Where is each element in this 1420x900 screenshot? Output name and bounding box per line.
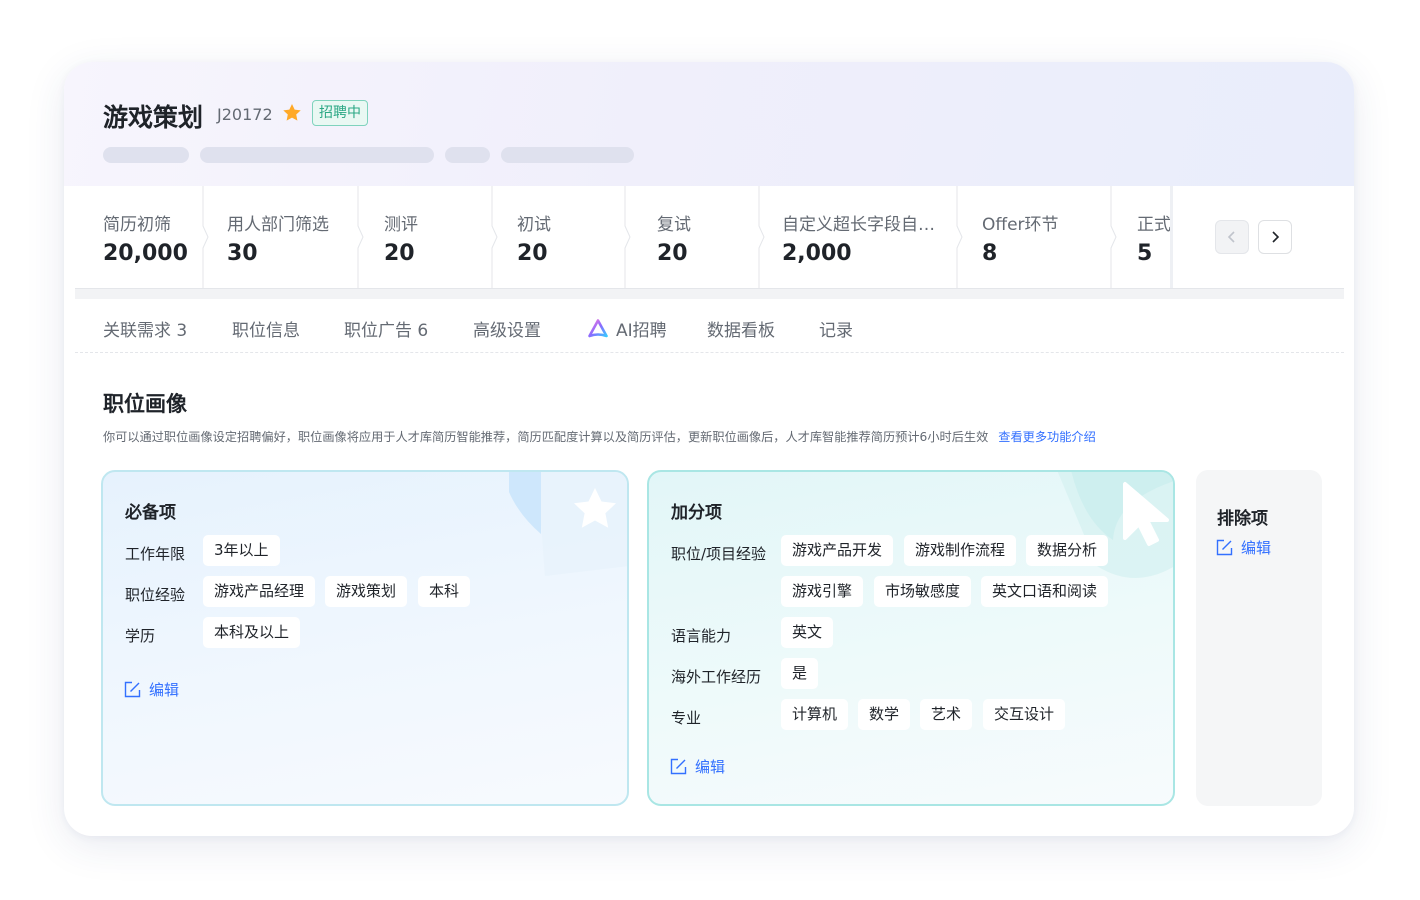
job-title: 游戏策划 <box>103 103 204 132</box>
chevron-divider-icon <box>357 186 364 288</box>
stat-value: 20 <box>384 241 415 266</box>
row-label: 学历 <box>125 627 156 645</box>
tag: 3年以上 <box>203 535 280 566</box>
tab-related-requests[interactable]: 关联需求 3 <box>103 316 187 341</box>
skeleton-placeholder <box>445 147 490 163</box>
edit-icon <box>670 758 687 775</box>
scroll-prev-button[interactable] <box>1215 220 1249 254</box>
edit-required-button[interactable]: 编辑 <box>124 679 179 700</box>
stat-value: 20 <box>657 241 688 266</box>
edit-label: 编辑 <box>695 758 726 776</box>
edit-exclude-button[interactable]: 编辑 <box>1216 537 1271 558</box>
required-panel: 必备项 工作年限 3年以上 职位经验 游戏产品经理 游戏策划 本科 学历 本科及… <box>101 470 629 806</box>
tag: 本科 <box>418 576 471 607</box>
row-label: 工作年限 <box>125 545 186 563</box>
tab-advanced-settings[interactable]: 高级设置 <box>473 316 541 341</box>
stat-label: 简历初筛 <box>103 215 171 235</box>
chevron-left-icon <box>1227 231 1235 243</box>
stat-label: 初试 <box>517 215 551 235</box>
tab-label: AI招聘 <box>616 321 667 341</box>
stat-value: 5 <box>1137 241 1153 266</box>
tag: 交互设计 <box>983 699 1066 730</box>
star-decoration-icon <box>509 472 627 576</box>
tag: 是 <box>781 658 819 689</box>
tag: 计算机 <box>781 699 849 730</box>
tag: 艺术 <box>920 699 973 730</box>
tabs-divider <box>75 352 1344 353</box>
tab-bar: 关联需求 3 职位信息 职位广告 6 高级设置 AI招聘 数据看板 记录 <box>64 298 1354 354</box>
stat-label: 自定义超长字段自… <box>782 215 935 235</box>
chevron-right-icon <box>1272 231 1280 243</box>
tab-job-info[interactable]: 职位信息 <box>232 316 300 341</box>
stat-label: 复试 <box>657 215 691 235</box>
status-badge: 招聘中 <box>312 100 368 126</box>
tag: 市场敏感度 <box>874 576 972 607</box>
tab-job-ads[interactable]: 职位广告 6 <box>344 316 428 341</box>
tag: 英文口语和阅读 <box>981 576 1109 607</box>
edit-icon <box>124 681 141 698</box>
exclude-panel: 排除项 编辑 <box>1196 470 1322 806</box>
description-text: 你可以通过职位画像设定招聘偏好，职位画像将应用于人才库简历智能推荐，简历匹配度计… <box>103 430 989 444</box>
tab-data-dashboard[interactable]: 数据看板 <box>707 316 775 341</box>
scroll-next-button[interactable] <box>1258 220 1292 254</box>
tag: 数据分析 <box>1026 535 1109 566</box>
edit-label: 编辑 <box>149 681 180 699</box>
section-title: 职位画像 <box>103 392 187 416</box>
tab-ai-recruiting[interactable]: AI招聘 <box>587 316 667 341</box>
chevron-divider-icon <box>491 186 498 288</box>
row-label: 专业 <box>671 709 702 727</box>
chevron-divider-icon <box>1110 186 1117 288</box>
job-header: 游戏策划 J20172 招聘中 <box>64 62 1354 186</box>
chevron-divider-icon <box>758 186 765 288</box>
star-icon[interactable] <box>281 102 303 124</box>
job-detail-card: 游戏策划 J20172 招聘中 简历初筛 20,000 用人部门筛选 30 测评… <box>64 62 1354 836</box>
skeleton-placeholder <box>501 147 634 163</box>
tag: 英文 <box>781 617 834 648</box>
panel-title: 加分项 <box>671 503 722 523</box>
stat-label: 正式 <box>1137 215 1170 235</box>
pipeline-stats: 简历初筛 20,000 用人部门筛选 30 测评 20 初试 20 复试 20 … <box>64 186 1354 290</box>
stat-value: 8 <box>982 241 998 266</box>
panel-title: 排除项 <box>1217 509 1268 529</box>
stat-formal[interactable]: 正式 5 <box>1137 186 1170 288</box>
stat-value: 20,000 <box>103 241 188 266</box>
tag: 游戏引擎 <box>781 576 864 607</box>
row-label: 职位/项目经验 <box>671 545 767 563</box>
stat-label: Offer环节 <box>982 215 1059 235</box>
skeleton-placeholder <box>200 147 434 163</box>
tag: 游戏产品开发 <box>781 535 894 566</box>
stat-value: 2,000 <box>782 241 852 266</box>
edit-icon <box>1216 539 1233 556</box>
cursor-decoration-icon <box>1057 472 1173 578</box>
ai-logo-icon <box>588 318 608 337</box>
row-label: 海外工作经历 <box>671 668 762 686</box>
chevron-divider-icon <box>624 186 631 288</box>
tag: 游戏制作流程 <box>904 535 1017 566</box>
stat-label: 测评 <box>384 215 418 235</box>
stat-value: 20 <box>517 241 548 266</box>
stats-scroll-edge <box>1170 186 1173 288</box>
job-code: J20172 <box>217 105 273 124</box>
skeleton-placeholder <box>103 147 189 163</box>
tag: 本科及以上 <box>203 617 301 648</box>
tab-records[interactable]: 记录 <box>819 316 853 341</box>
section-description: 你可以通过职位画像设定招聘偏好，职位画像将应用于人才库简历智能推荐，简历匹配度计… <box>103 427 1096 445</box>
chevron-divider-icon <box>956 186 963 288</box>
chevron-divider-icon <box>202 186 209 288</box>
more-features-link[interactable]: 查看更多功能介绍 <box>998 430 1096 444</box>
tag: 数学 <box>858 699 911 730</box>
stat-value: 30 <box>227 241 258 266</box>
bonus-panel: 加分项 职位/项目经验 游戏产品开发 游戏制作流程 数据分析 游戏引擎 市场敏感… <box>647 470 1175 806</box>
panel-title: 必备项 <box>125 503 176 523</box>
edit-label: 编辑 <box>1241 539 1272 557</box>
tag: 游戏产品经理 <box>203 576 316 607</box>
stat-label: 用人部门筛选 <box>227 215 329 235</box>
tag: 游戏策划 <box>325 576 408 607</box>
row-label: 语言能力 <box>671 627 732 645</box>
row-label: 职位经验 <box>125 586 186 604</box>
edit-bonus-button[interactable]: 编辑 <box>670 756 725 777</box>
